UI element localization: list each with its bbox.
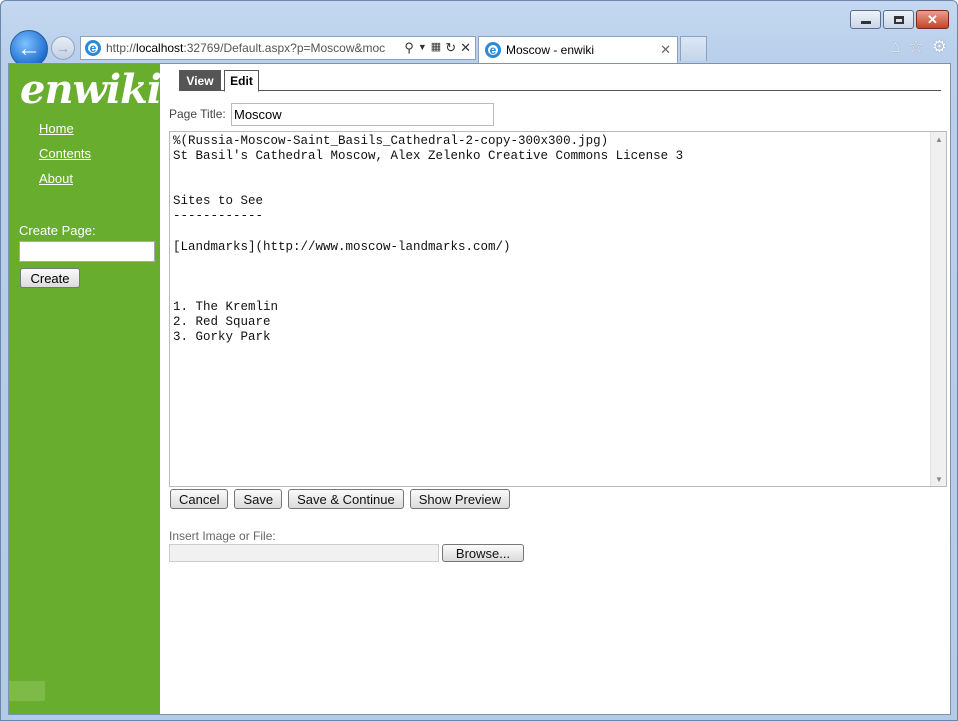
forward-button[interactable]: → xyxy=(51,36,75,60)
ie-icon: e xyxy=(85,40,101,56)
tab-title: Moscow - enwiki xyxy=(506,43,595,57)
dropdown-icon[interactable]: ▼ xyxy=(418,40,427,56)
address-bar[interactable]: e http://localhost:32769/Default.aspx?p=… xyxy=(80,36,476,60)
insert-file-label: Insert Image or File: xyxy=(169,529,276,543)
close-window-button[interactable]: ✕ xyxy=(916,10,949,29)
maximize-icon xyxy=(884,11,913,28)
home-icon[interactable]: ⌂ xyxy=(890,37,900,57)
sidebar-nav: Home Contents About xyxy=(39,120,91,195)
refresh-icon[interactable]: ↻ xyxy=(445,40,456,56)
nav-link-contents[interactable]: Contents xyxy=(39,145,91,170)
sidebar-footer-block xyxy=(9,681,45,701)
address-url[interactable]: http://localhost:32769/Default.aspx?p=Mo… xyxy=(106,41,400,55)
arrow-left-icon: ← xyxy=(17,35,41,62)
arrow-right-icon: → xyxy=(56,40,70,56)
gear-icon[interactable]: ⚙ xyxy=(932,37,947,57)
minimize-icon xyxy=(851,11,880,28)
sidebar: enwiki Home Contents About Create Page: … xyxy=(9,64,162,714)
tab-favicon-icon: e xyxy=(485,42,501,58)
favorites-star-icon[interactable]: ☆ xyxy=(909,37,924,57)
browser-tab[interactable]: e Moscow - enwiki ✕ xyxy=(478,36,678,63)
close-icon: ✕ xyxy=(927,11,938,27)
scroll-down-icon[interactable]: ▼ xyxy=(931,472,947,486)
maximize-button[interactable] xyxy=(883,10,914,29)
nav-link-home[interactable]: Home xyxy=(39,120,91,145)
minimize-button[interactable] xyxy=(850,10,881,29)
tab-edit[interactable]: Edit xyxy=(224,70,259,92)
address-tools: ⚲ ▼ ▦ ↻ ✕ xyxy=(400,40,475,56)
nav-link-about[interactable]: About xyxy=(39,170,91,195)
create-button[interactable]: Create xyxy=(20,268,80,288)
page-title-label: Page Title: xyxy=(169,107,226,121)
file-path-field[interactable] xyxy=(169,544,439,562)
window-controls: ✕ xyxy=(850,10,949,29)
site-logo[interactable]: enwiki xyxy=(20,66,162,113)
page-title-input[interactable] xyxy=(231,103,494,126)
save-continue-button[interactable]: Save & Continue xyxy=(288,489,404,509)
tab-view[interactable]: View xyxy=(179,70,221,91)
page-viewport: enwiki Home Contents About Create Page: … xyxy=(8,63,951,715)
create-page-input[interactable] xyxy=(19,241,155,262)
mode-tabs: View Edit xyxy=(179,70,941,92)
search-icon[interactable]: ⚲ xyxy=(404,40,414,56)
show-preview-button[interactable]: Show Preview xyxy=(409,489,511,509)
browser-tools: ⌂ ☆ ⚙ xyxy=(890,37,947,57)
compatibility-icon[interactable]: ▦ xyxy=(431,40,441,56)
cancel-button[interactable]: Cancel xyxy=(170,489,229,509)
content-editor[interactable]: %(Russia-Moscow-Saint_Basils_Cathedral-2… xyxy=(169,131,947,487)
editor-text[interactable]: %(Russia-Moscow-Saint_Basils_Cathedral-2… xyxy=(173,134,928,486)
browse-button[interactable]: Browse... xyxy=(442,544,524,562)
editor-scrollbar[interactable]: ▲ ▼ xyxy=(930,132,946,486)
browser-window: ✕ ← → e http://localhost:32769/Default.a… xyxy=(0,0,958,721)
create-page-label: Create Page: xyxy=(19,223,96,238)
stop-icon[interactable]: ✕ xyxy=(460,40,471,56)
main-content: View Edit Page Title: %(Russia-Moscow-Sa… xyxy=(169,64,950,714)
tab-close-icon[interactable]: ✕ xyxy=(660,42,671,58)
scroll-up-icon[interactable]: ▲ xyxy=(931,132,947,146)
editor-actions: Cancel Save Save & Continue Show Preview xyxy=(170,489,511,509)
save-button[interactable]: Save xyxy=(234,489,283,509)
new-tab-button[interactable] xyxy=(680,36,707,61)
